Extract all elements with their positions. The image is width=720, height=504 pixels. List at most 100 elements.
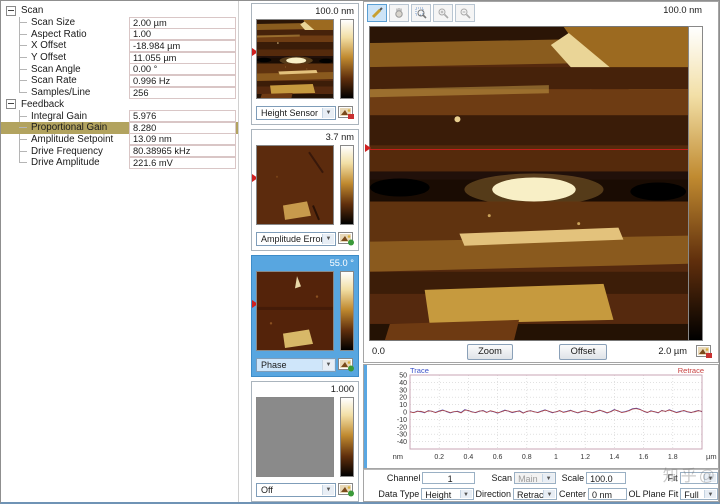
chevron-down-icon: ▼ xyxy=(542,474,555,482)
data-type-select[interactable]: Height Senso▼ xyxy=(421,488,474,500)
ol-plane-fit-select[interactable]: Full ▼ xyxy=(680,488,718,500)
svg-text:0.8: 0.8 xyxy=(522,454,532,461)
chevron-down-icon: ▼ xyxy=(543,490,556,498)
parameter-tree: Scan Scan Size 2.00 µm Aspect Ratio 1.00 X… xyxy=(1,1,239,502)
direction-select[interactable]: Retrace ▼ xyxy=(513,488,558,500)
thumbnail-off[interactable]: 1.000 Off ▼ xyxy=(251,381,359,502)
svg-text:µm: µm xyxy=(706,452,717,461)
param-row: Drive Amplitude 221.6 mV xyxy=(1,156,238,169)
x-max-label: 2.0 µm xyxy=(658,346,687,356)
svg-text:-20: -20 xyxy=(397,424,407,431)
afm-image-phase[interactable] xyxy=(256,271,334,351)
channel-select[interactable]: Off ▼ xyxy=(256,483,336,497)
param-value[interactable]: 80.38965 kHz xyxy=(129,145,236,158)
rt-plane-fit-select[interactable]: ▼ xyxy=(679,472,718,484)
tree-group-scan: Scan Scan Size 2.00 µm Aspect Ratio 1.00 X… xyxy=(1,5,238,99)
svg-text:nm: nm xyxy=(393,452,403,461)
export-image-icon[interactable] xyxy=(338,232,355,246)
image-scale-bar: 0.0 Zoom Offset 2.0 µm xyxy=(367,343,715,360)
zoom-out-tool-button[interactable] xyxy=(455,4,475,22)
zoom-button[interactable]: Zoom xyxy=(467,344,513,360)
param-row: Integral Gain 5.976 xyxy=(1,110,238,123)
draw-tool-button[interactable] xyxy=(367,4,387,22)
svg-text:20: 20 xyxy=(399,395,407,402)
param-value[interactable]: 2.00 µm xyxy=(129,16,236,29)
chevron-down-icon: ▼ xyxy=(322,234,334,244)
zoom-in-tool-button[interactable] xyxy=(433,4,453,22)
zoom-box-tool-button[interactable] xyxy=(411,4,431,22)
offset-button[interactable]: Offset xyxy=(559,344,607,360)
chevron-down-icon: ▼ xyxy=(322,108,334,118)
param-value[interactable]: 0.996 Hz xyxy=(129,74,236,87)
svg-text:10: 10 xyxy=(399,402,407,409)
main-image-panel: 100.0 nm 0.0 Zoom Offset 2.0 µm xyxy=(363,1,719,363)
afm-scan-window: Scan Scan Size 2.00 µm Aspect Ratio 1.00 X… xyxy=(0,0,720,504)
chevron-down-icon: ▼ xyxy=(322,360,334,370)
afm-image-off[interactable] xyxy=(256,397,334,477)
chevron-down-icon: ▼ xyxy=(322,485,334,495)
afm-image-amplitude[interactable] xyxy=(256,145,334,225)
export-image-icon[interactable] xyxy=(338,106,355,120)
param-value[interactable]: 256 xyxy=(129,86,236,99)
scan-select[interactable]: Main ▼ xyxy=(514,472,557,484)
thumbnail-amplitude-error[interactable]: 3.7 nm Amplitude Error ▼ xyxy=(251,129,359,251)
param-row: X Offset -18.984 µm xyxy=(1,39,238,52)
scan-line xyxy=(370,149,688,150)
export-image-icon[interactable] xyxy=(696,345,713,359)
afm-image-height[interactable] xyxy=(256,19,334,99)
scale-value: 55.0 ° xyxy=(329,258,354,268)
svg-text:-40: -40 xyxy=(397,439,407,446)
param-row: Scan Rate 0.996 Hz xyxy=(1,74,238,87)
param-value[interactable]: 8.280 xyxy=(129,121,236,134)
param-value[interactable]: 1.00 xyxy=(129,28,236,41)
param-row: Y Offset 11.055 µm xyxy=(1,51,238,64)
channel-thumbnails: 100.0 nm Height Sensor ▼ 3.7 nm Amplitude… xyxy=(251,1,361,502)
svg-text:30: 30 xyxy=(399,387,407,394)
main-afm-image[interactable] xyxy=(369,26,689,341)
colorbar xyxy=(340,19,354,99)
svg-text:1.6: 1.6 xyxy=(639,454,649,461)
image-scale-label: 100.0 nm xyxy=(663,5,702,15)
scale-value: 1.000 xyxy=(330,384,354,394)
channel-select[interactable]: Height Sensor ▼ xyxy=(256,106,336,120)
svg-text:0.4: 0.4 xyxy=(464,454,474,461)
param-row: Amplitude Setpoint 13.09 nm xyxy=(1,133,238,146)
center-field[interactable]: 0 nm xyxy=(588,488,627,500)
export-image-icon[interactable] xyxy=(338,358,355,372)
channel-select[interactable]: Amplitude Error ▼ xyxy=(256,232,336,246)
param-value[interactable]: 11.055 µm xyxy=(129,51,236,64)
thumbnail-phase-selected[interactable]: 55.0 ° Phase ▼ xyxy=(251,255,359,377)
param-row: Scan Angle 0.00 ° xyxy=(1,63,238,76)
image-toolbar xyxy=(367,4,475,22)
colorbar xyxy=(340,145,354,225)
param-value[interactable]: 13.09 nm xyxy=(129,133,236,146)
thumbnail-height-sensor[interactable]: 100.0 nm Height Sensor ▼ xyxy=(251,3,359,125)
svg-text:-10: -10 xyxy=(397,417,407,424)
tree-node-scan[interactable]: Scan xyxy=(1,5,238,17)
param-value[interactable]: 221.6 mV xyxy=(129,156,236,169)
channel-number-field[interactable]: 1 xyxy=(422,472,475,484)
scanline-marker-icon xyxy=(365,144,371,152)
tree-node-feedback[interactable]: Feedback xyxy=(1,99,238,111)
pan-tool-button[interactable] xyxy=(389,4,409,22)
param-row: Aspect Ratio 1.00 xyxy=(1,28,238,41)
export-image-icon[interactable] xyxy=(338,483,355,497)
channel-controls: Channel 1 Scan Main▼ Scale 100.0 nm Fit … xyxy=(363,469,719,502)
svg-text:1.8: 1.8 xyxy=(668,454,678,461)
param-value[interactable]: 0.00 ° xyxy=(129,63,236,76)
param-row: Samples/Line 256 xyxy=(1,86,238,99)
svg-text:40: 40 xyxy=(399,380,407,387)
param-value[interactable]: 5.976 xyxy=(129,110,236,123)
chevron-down-icon: ▼ xyxy=(704,490,716,498)
collapse-icon[interactable] xyxy=(6,99,16,110)
chevron-down-icon: ▼ xyxy=(459,490,472,498)
svg-text:1: 1 xyxy=(554,454,558,461)
group-label: Scan xyxy=(21,5,44,17)
chevron-down-icon: ▼ xyxy=(704,474,716,482)
scale-field[interactable]: 100.0 nm xyxy=(586,472,626,496)
svg-text:0.6: 0.6 xyxy=(493,454,503,461)
channel-select[interactable]: Phase ▼ xyxy=(256,358,336,372)
svg-text:1.4: 1.4 xyxy=(610,454,620,461)
collapse-icon[interactable] xyxy=(6,5,16,16)
param-value[interactable]: -18.984 µm xyxy=(129,39,236,52)
